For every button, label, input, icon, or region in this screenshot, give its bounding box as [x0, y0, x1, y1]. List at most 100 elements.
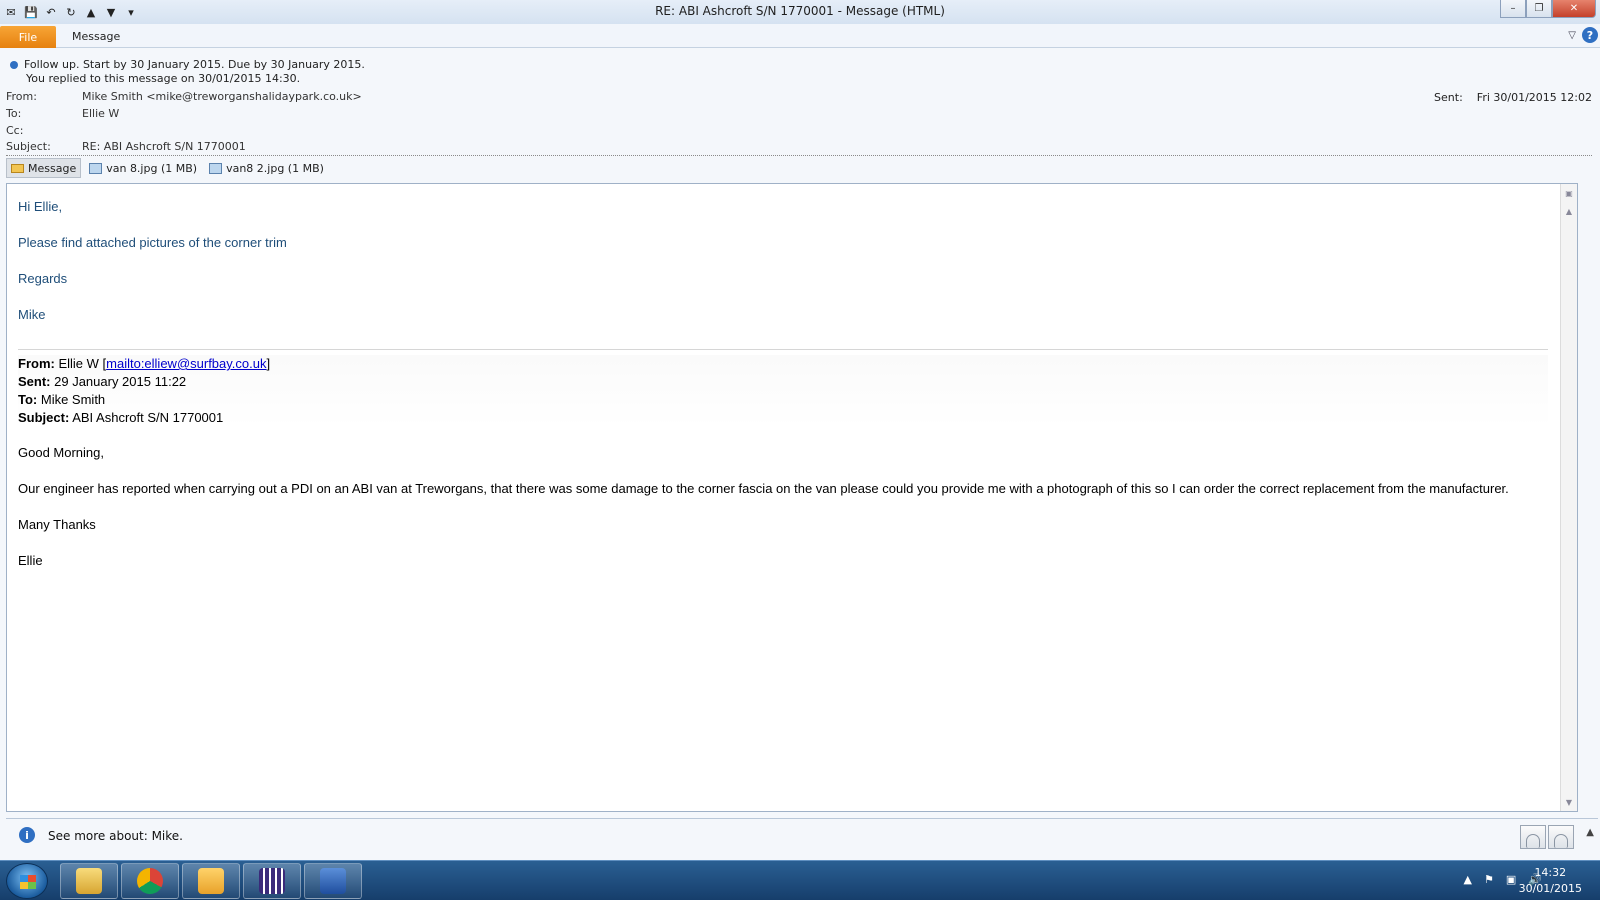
save-icon[interactable]: 💾 — [24, 5, 38, 19]
quoted-from-mailto-link[interactable]: mailto:elliew@surfbay.co.uk — [106, 356, 266, 371]
attachment-message[interactable]: Message — [6, 158, 82, 178]
attachment-label: van8 2.jpg (1 MB) — [226, 161, 324, 175]
people-pane: i See more about: Mike. ▲ — [6, 818, 1598, 852]
customize-toolbar-icon[interactable]: ▾ — [124, 5, 138, 19]
minimize-button[interactable]: – — [1500, 0, 1526, 18]
window-title: RE: ABI Ashcroft S/N 1770001 - Message (… — [655, 4, 945, 18]
folder-icon — [76, 868, 102, 894]
cc-row: Cc: — [6, 124, 82, 138]
to-row: To: Ellie W — [6, 107, 119, 121]
quoted-divider: From: Ellie W [mailto:elliew@surfbay.co.… — [18, 349, 1548, 569]
quoted-from-close: ] — [266, 356, 271, 371]
envelope-icon — [11, 163, 24, 173]
subject-value: RE: ABI Ashcroft S/N 1770001 — [82, 140, 246, 153]
minimize-ribbon-icon[interactable]: ▽ — [1568, 30, 1576, 41]
to-value[interactable]: Ellie W — [82, 107, 119, 121]
word-icon — [320, 868, 346, 894]
action-center-flag-icon[interactable]: ⚑ — [1484, 873, 1494, 886]
taskbar: ▲ ⚑ ▣ 🔊 14:32 30/01/2015 — [0, 860, 1600, 900]
redo-icon[interactable]: ↻ — [64, 5, 78, 19]
clock-date: 30/01/2015 — [1518, 882, 1582, 895]
quoted-paragraph: Our engineer has reported when carrying … — [18, 481, 1509, 496]
chrome-icon — [137, 868, 163, 894]
quick-access-toolbar: ✉ 💾 ↶ ↻ ▲ ▼ ▾ — [0, 0, 138, 24]
subject-row: Subject: RE: ABI Ashcroft S/N 1770001 — [6, 140, 246, 154]
title-bar: ✉ 💾 ↶ ↻ ▲ ▼ ▾ RE: ABI Ashcroft S/N 17700… — [0, 0, 1600, 24]
reply-line: Please find attached pictures of the cor… — [18, 235, 287, 250]
followup-text: Follow up. Start by 30 January 2015. Due… — [24, 58, 365, 71]
person-avatar-icon[interactable] — [1520, 825, 1546, 849]
attachment-label: van 8.jpg (1 MB) — [106, 161, 198, 175]
quoted-subject-label: Subject: — [18, 410, 70, 425]
next-item-icon[interactable]: ▼ — [104, 5, 118, 19]
show-hidden-icons-icon[interactable]: ▲ — [1464, 873, 1472, 886]
attachment-bar: Message van 8.jpg (1 MB) van8 2.jpg (1 M… — [6, 158, 328, 178]
sent-label: Sent: — [1434, 91, 1463, 104]
taskbar-explorer[interactable] — [60, 863, 118, 899]
attachment-label: Message — [28, 161, 77, 175]
from-label: From: — [6, 90, 37, 103]
taskbar-word[interactable] — [304, 863, 362, 899]
taskbar-outlook[interactable] — [182, 863, 240, 899]
quoted-greeting: Good Morning, — [18, 445, 104, 460]
vertical-scrollbar[interactable]: ▣ ▲ ▼ — [1560, 184, 1577, 811]
calendar-grid-icon — [259, 868, 285, 894]
undo-icon[interactable]: ↶ — [44, 5, 58, 19]
start-button[interactable] — [6, 863, 48, 899]
ribbon-right-controls: ▽ ? — [1568, 27, 1598, 43]
people-pane-text[interactable]: See more about: Mike. — [48, 829, 183, 843]
taskbar-clock[interactable]: 14:32 30/01/2015 — [1519, 865, 1582, 897]
quoted-to-value: Mike Smith — [40, 392, 106, 407]
tab-file[interactable]: File — [0, 26, 56, 48]
clock-time: 14:32 — [1534, 866, 1567, 879]
window-controls: – ❐ ✕ — [1500, 0, 1596, 18]
from-value[interactable]: Mike Smith <mike@treworganshalidaypark.c… — [82, 90, 362, 104]
quoted-header: From: Ellie W [mailto:elliew@surfbay.co.… — [18, 355, 1548, 427]
network-icon[interactable]: ▣ — [1506, 873, 1516, 886]
expand-people-pane-icon[interactable]: ▲ — [1586, 827, 1594, 838]
attachment-van8-2-jpg[interactable]: van8 2.jpg (1 MB) — [205, 158, 328, 178]
from-row: From: Mike Smith <mike@treworganshaliday… — [6, 90, 362, 104]
image-file-icon — [209, 162, 223, 174]
windows-logo-icon — [20, 875, 36, 889]
header-divider — [6, 155, 1592, 156]
scroll-up-icon[interactable]: ▲ — [1562, 204, 1576, 218]
help-icon[interactable]: ? — [1582, 27, 1598, 43]
replied-text: You replied to this message on 30/01/201… — [26, 72, 301, 85]
outlook-icon — [198, 868, 224, 894]
reply-greeting: Hi Ellie, — [18, 199, 63, 214]
quoted-sent-label: Sent: — [18, 374, 51, 389]
previous-item-icon[interactable]: ▲ — [84, 5, 98, 19]
close-button[interactable]: ✕ — [1552, 0, 1596, 18]
to-label: To: — [6, 107, 22, 120]
info-icon — [10, 61, 18, 69]
quoted-signature: Ellie — [18, 553, 43, 568]
subject-label: Subject: — [6, 140, 51, 153]
message-header: Follow up. Start by 30 January 2015. Due… — [0, 48, 1600, 180]
sent-value: Fri 30/01/2015 12:02 — [1476, 91, 1592, 104]
image-file-icon — [89, 162, 103, 174]
reply-signature: Mike — [18, 307, 46, 322]
info-icon: i — [19, 827, 35, 843]
quoted-to-label: To: — [18, 392, 38, 407]
cc-label: Cc: — [6, 124, 24, 137]
tab-message[interactable]: Message — [72, 30, 120, 43]
followup-infobar: Follow up. Start by 30 January 2015. Due… — [10, 58, 365, 86]
person-avatar-icon[interactable] — [1548, 825, 1574, 849]
ribbon: File Message ▽ ? — [0, 24, 1600, 48]
message-content: Hi Ellie, Please find attached pictures … — [18, 198, 1548, 588]
sent-info: Sent: Fri 30/01/2015 12:02 — [1434, 91, 1592, 104]
taskbar-calendar-app[interactable] — [243, 863, 301, 899]
message-body[interactable]: Hi Ellie, Please find attached pictures … — [6, 183, 1578, 812]
attachment-van8-jpg[interactable]: van 8.jpg (1 MB) — [85, 158, 201, 178]
restore-button[interactable]: ❐ — [1526, 0, 1552, 18]
scroll-down-icon[interactable]: ▼ — [1562, 795, 1576, 809]
quoted-thanks: Many Thanks — [18, 517, 96, 532]
quoted-subject-value: ABI Ashcroft S/N 1770001 — [72, 410, 224, 425]
zoom-toggle-icon[interactable]: ▣ — [1562, 186, 1576, 200]
taskbar-chrome[interactable] — [121, 863, 179, 899]
quoted-from-label: From: — [18, 356, 55, 371]
people-avatars — [1520, 825, 1574, 849]
envelope-icon: ✉ — [6, 5, 16, 19]
quoted-sent-value: 29 January 2015 11:22 — [54, 374, 187, 389]
